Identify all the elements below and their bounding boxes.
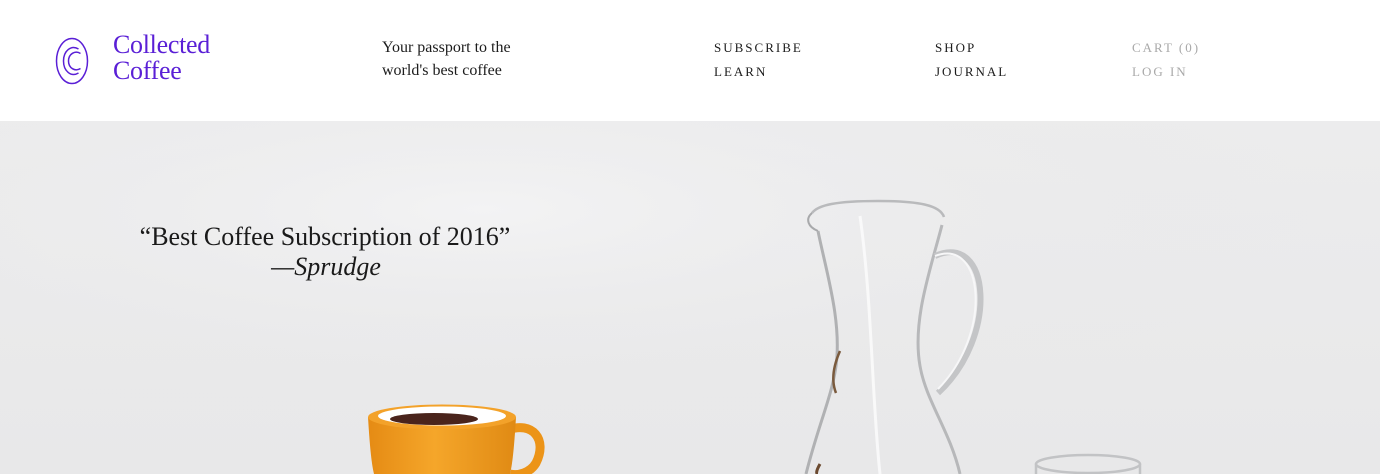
brand-name: Collected Coffee xyxy=(113,32,210,84)
tagline-line2: world's best coffee xyxy=(382,62,502,79)
nav-login[interactable]: LOG IN xyxy=(1132,60,1188,84)
quote-text: “Best Coffee Subscription of 2016” xyxy=(139,222,511,251)
nav-journal[interactable]: JOURNAL xyxy=(935,60,1008,84)
nav-shop[interactable]: SHOP xyxy=(935,36,976,60)
nav-subscribe[interactable]: SUBSCRIBE xyxy=(714,36,803,60)
tagline-line1: Your passport to the xyxy=(382,39,511,56)
press-quote: “Best Coffee Subscription of 2016” —Spru… xyxy=(100,222,550,282)
site-header: Collected Coffee Your passport to the wo… xyxy=(0,0,1380,121)
hero-banner: “Best Coffee Subscription of 2016” —Spru… xyxy=(0,121,1380,474)
hero-image xyxy=(0,121,1380,474)
double-c-logo-icon xyxy=(55,37,89,85)
nav-learn[interactable]: LEARN xyxy=(714,60,767,84)
tagline: Your passport to the world's best coffee xyxy=(382,36,552,82)
quote-source: —Sprudge xyxy=(271,252,381,281)
nav-cart[interactable]: CART (0) xyxy=(1132,36,1200,60)
brand-name-line2: Coffee xyxy=(113,56,182,85)
brand-logo-link[interactable]: Collected Coffee xyxy=(55,32,210,87)
brand-name-line1: Collected xyxy=(113,30,210,59)
